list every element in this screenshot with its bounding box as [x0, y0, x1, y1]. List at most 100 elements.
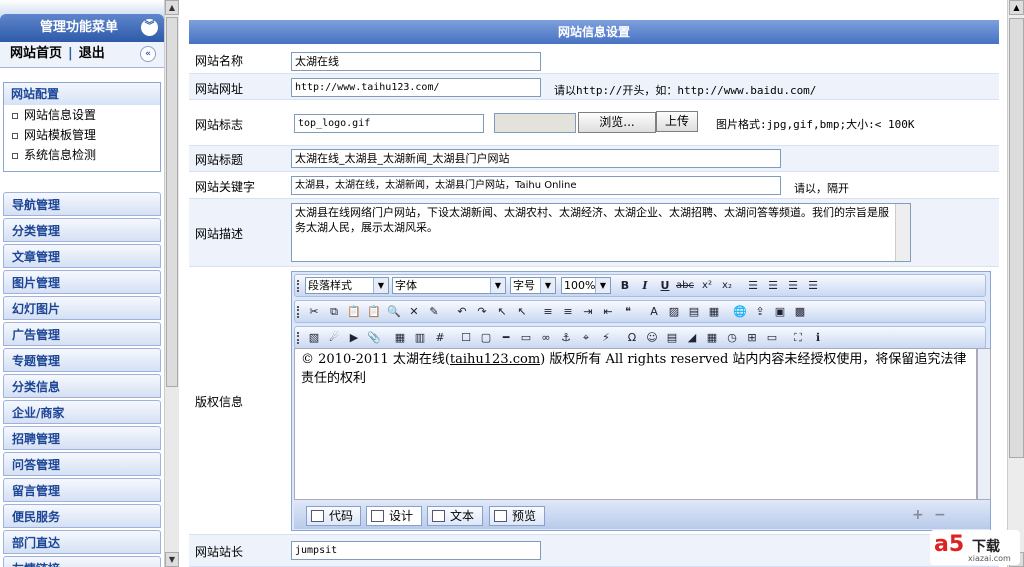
iframe-icon[interactable]: ▢ — [477, 329, 495, 346]
undo-icon[interactable]: ↶ — [453, 303, 471, 320]
sidebar-scrollbar[interactable]: ▲ ▼ — [164, 0, 179, 567]
anchor-icon[interactable]: ⚓ — [557, 329, 575, 346]
underline-icon[interactable]: U — [656, 277, 674, 294]
mode-text-button[interactable]: 文本 — [427, 506, 483, 526]
editor-scrollbar[interactable] — [977, 348, 991, 500]
sidebar-item-site-info[interactable]: 网站信息设置 — [4, 105, 160, 125]
redo-icon[interactable]: ↷ — [473, 303, 491, 320]
scroll-up-arrow-icon[interactable]: ▲ — [1009, 0, 1024, 15]
blockquote-icon[interactable]: ❝ — [619, 303, 637, 320]
sidebar-menu-item[interactable]: 幻灯图片 — [3, 296, 161, 320]
superscript-icon[interactable]: x² — [698, 277, 716, 294]
delete-icon[interactable]: ✕ — [405, 303, 423, 320]
sidebar-menu-item[interactable]: 便民服务 — [3, 504, 161, 528]
remote-file-icon[interactable]: ⊞ — [743, 329, 761, 346]
sidebar-menu-item[interactable]: 分类信息 — [3, 374, 161, 398]
help-icon[interactable]: ℹ — [809, 329, 827, 346]
bold-icon[interactable]: B — [616, 277, 634, 294]
find-icon[interactable]: 🔍 — [385, 303, 403, 320]
copyright-link[interactable]: taihu123.com — [450, 352, 540, 367]
sidebar-menu-item[interactable]: 部门直达 — [3, 530, 161, 554]
map-icon[interactable]: ⌖ — [577, 329, 595, 346]
select-icon[interactable]: ↖ — [493, 303, 511, 320]
align-left-icon[interactable]: ☰ — [744, 277, 762, 294]
special-char-icon[interactable]: Ω — [623, 329, 641, 346]
bg-color-icon[interactable]: ▨ — [665, 303, 683, 320]
editor-content-area[interactable]: © 2010-2011 太湖在线(taihu123.com) 版权所有 All … — [294, 348, 977, 500]
mode-code-button[interactable]: 代码 — [306, 506, 361, 526]
paste-icon[interactable]: 📋 — [345, 303, 363, 320]
scroll-up-arrow-icon[interactable]: ▲ — [165, 0, 179, 15]
textarea-scrollbar[interactable] — [895, 204, 910, 261]
art-text-icon[interactable]: ◢ — [683, 329, 701, 346]
sidebar-menu-item[interactable]: 图片管理 — [3, 270, 161, 294]
browse-button[interactable]: 浏览... — [578, 112, 656, 133]
site-keywords-input[interactable]: 太湖县，太湖在线，太湖新闻，太湖县门户网站，Taihu Online — [291, 176, 781, 195]
text-color-icon[interactable]: A — [645, 303, 663, 320]
site-desc-textarea[interactable]: 太湖县在线网络门户网站，下设太湖新闻、太湖农村、太湖经济、太湖企业、太湖招聘、太… — [291, 203, 911, 262]
insert-image-icon[interactable]: ▧ — [305, 329, 323, 346]
home-link[interactable]: 网站首页 — [10, 46, 62, 61]
expand-editor-icon[interactable]: + — [912, 507, 924, 523]
logout-link[interactable]: 退出 — [79, 46, 105, 61]
file-path-input[interactable] — [494, 113, 576, 133]
paragraph-style-select[interactable]: 段落样式 — [305, 277, 389, 294]
video-icon[interactable]: ▶ — [345, 329, 363, 346]
scrollbar-thumb[interactable] — [1009, 18, 1024, 458]
webmaster-input[interactable]: jumpsit — [291, 541, 541, 560]
date-icon[interactable]: ▦ — [703, 329, 721, 346]
site-url-input[interactable]: http://www.taihu123.com/ — [291, 78, 541, 97]
site-name-input[interactable]: 太湖在线 — [291, 52, 541, 71]
flash-icon[interactable]: ☄ — [325, 329, 343, 346]
sidebar-menu-item[interactable]: 专题管理 — [3, 348, 161, 372]
paste-text-icon[interactable]: 📋 — [365, 303, 383, 320]
format-brush-icon[interactable]: ▤ — [685, 303, 703, 320]
grid-icon[interactable]: # — [431, 329, 449, 346]
collapse-menu-icon[interactable]: ︾ — [141, 19, 158, 36]
link-icon[interactable]: ∞ — [537, 329, 555, 346]
page-scrollbar[interactable]: ▲ ▼ — [1007, 0, 1024, 567]
fullscreen-icon[interactable]: ⛶ — [789, 329, 807, 346]
upload-icon[interactable]: ⇪ — [751, 303, 769, 320]
unordered-list-icon[interactable]: ≡ — [559, 303, 577, 320]
site-title-input[interactable]: 太湖在线_太湖县_太湖新闻_太湖县门户网站 — [291, 149, 781, 168]
sidebar-menu-item[interactable]: 招聘管理 — [3, 426, 161, 450]
italic-icon[interactable]: I — [636, 277, 654, 294]
scrollbar-thumb[interactable] — [166, 17, 178, 387]
time-icon[interactable]: ◷ — [723, 329, 741, 346]
sidebar-menu-item[interactable]: 问答管理 — [3, 452, 161, 476]
sidebar-menu-item[interactable]: 友情链接 — [3, 556, 161, 567]
sidebar-menu-item[interactable]: 广告管理 — [3, 322, 161, 346]
layer-icon[interactable]: ▥ — [411, 329, 429, 346]
hr-icon[interactable]: ━ — [497, 329, 515, 346]
paste-word-icon[interactable]: ▦ — [705, 303, 723, 320]
sidebar-menu-item[interactable]: 分类管理 — [3, 218, 161, 242]
subscript-icon[interactable]: x₂ — [718, 277, 736, 294]
font-select[interactable]: 字体 — [392, 277, 506, 294]
emoticon-icon[interactable]: ☺ — [643, 329, 661, 346]
font-size-select[interactable]: 字号 — [510, 277, 556, 294]
page-break-icon[interactable]: ▭ — [763, 329, 781, 346]
mode-preview-button[interactable]: 预览 — [489, 506, 545, 526]
shrink-editor-icon[interactable]: − — [934, 507, 946, 523]
sidebar-menu-item[interactable]: 文章管理 — [3, 244, 161, 268]
select-all-icon[interactable]: ↖ — [513, 303, 531, 320]
image-gallery-icon[interactable]: ▩ — [791, 303, 809, 320]
attachment-icon[interactable]: 📎 — [365, 329, 383, 346]
scroll-down-arrow-icon[interactable]: ▼ — [165, 552, 179, 567]
config-section-title[interactable]: 网站配置 — [4, 83, 160, 105]
sidebar-menu-item[interactable]: 导航管理 — [3, 192, 161, 216]
form-icon[interactable]: ☐ — [457, 329, 475, 346]
indent-icon[interactable]: ⇥ — [579, 303, 597, 320]
internet-icon[interactable]: 🌐 — [731, 303, 749, 320]
copy-icon[interactable]: ⧉ — [325, 303, 343, 320]
sidebar-item-sysinfo[interactable]: 系统信息检测 — [4, 145, 160, 165]
zoom-select[interactable]: 100% — [561, 277, 611, 294]
sidebar-menu-item[interactable]: 留言管理 — [3, 478, 161, 502]
outdent-icon[interactable]: ⇤ — [599, 303, 617, 320]
table-icon[interactable]: ▦ — [391, 329, 409, 346]
align-center-icon[interactable]: ☰ — [764, 277, 782, 294]
marquee-icon[interactable]: ▭ — [517, 329, 535, 346]
unlink-icon[interactable]: ⚡ — [597, 329, 615, 346]
excel-icon[interactable]: ▤ — [663, 329, 681, 346]
